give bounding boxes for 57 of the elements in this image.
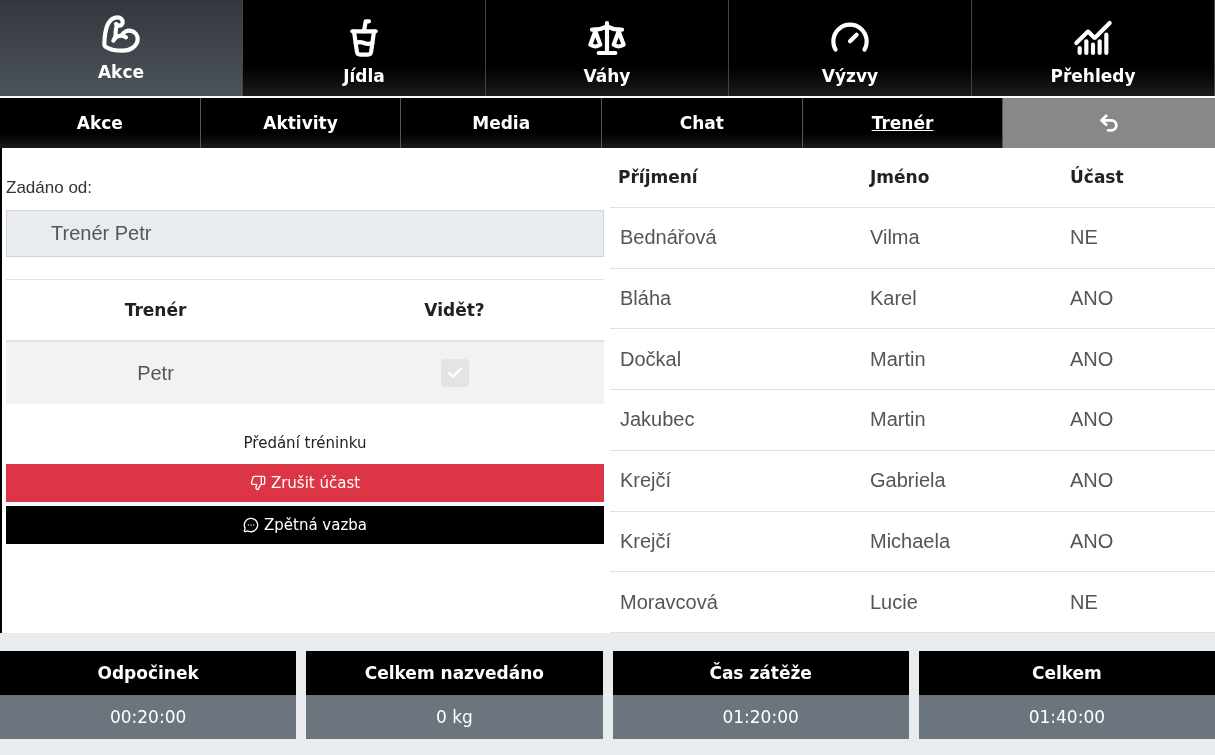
biceps-icon xyxy=(101,14,141,54)
table-cell-text: Vilma xyxy=(869,226,921,250)
table-cell-text: Bláha xyxy=(619,286,673,310)
stat-value: 01:40:00 xyxy=(918,695,1215,739)
stat-title: Odpočinek xyxy=(0,651,297,695)
table-cell-text: ANO xyxy=(1069,347,1115,371)
column-header: Jméno xyxy=(868,167,931,188)
table-cell-text: Karel xyxy=(869,286,918,310)
table-cell-text: Jakubec xyxy=(619,408,696,432)
cancel-button[interactable]: Zrušit účast xyxy=(6,464,604,502)
chart-icon xyxy=(1073,18,1113,58)
stat-value: 01:20:00 xyxy=(612,695,909,739)
back-button[interactable] xyxy=(1003,98,1215,148)
sub-tab[interactable]: Akce xyxy=(0,98,201,148)
sub-tab[interactable]: Chat xyxy=(602,98,803,148)
column-header: Účast xyxy=(1069,167,1125,188)
stat-title: Celkem nazvedáno xyxy=(306,651,603,695)
column-header: Vidět? xyxy=(423,300,486,320)
sub-tab[interactable]: Media xyxy=(401,98,602,148)
table-cell: Petr xyxy=(137,361,174,385)
table-cell-text: Dočkal xyxy=(619,347,683,371)
table-cell-text: NE xyxy=(1069,590,1099,614)
nav-tab[interactable]: Přehledy xyxy=(972,0,1215,96)
sub-tab[interactable]: Aktivity xyxy=(200,98,402,148)
feedback-button[interactable]: Zpětná vazba xyxy=(6,506,604,544)
stat-title: Celkem xyxy=(918,651,1215,695)
table-cell-text: Krejčí xyxy=(619,469,673,493)
nav-tab[interactable]: Akce xyxy=(0,0,243,96)
table-cell-text: Martin xyxy=(869,347,927,371)
nav-tab[interactable]: Výzvy xyxy=(729,0,972,96)
table-cell-text: NE xyxy=(1069,226,1099,250)
table-cell-text: Martin xyxy=(869,408,927,432)
table-cell-text: ANO xyxy=(1069,286,1115,310)
table-cell-text: Michaela xyxy=(869,529,952,553)
thumbs-down-icon xyxy=(249,475,266,491)
stat-value: 00:20:00 xyxy=(0,695,297,739)
column-header: Příjmení xyxy=(617,167,699,188)
nav-tab[interactable]: Jídla xyxy=(243,0,486,96)
scale-icon xyxy=(587,18,627,58)
column-header: Trenér xyxy=(123,300,188,320)
chat-icon xyxy=(243,517,259,533)
section-label: Předání tréninku xyxy=(242,434,368,452)
table-cell-text: Moravcová xyxy=(619,590,719,614)
table-cell-text: ANO xyxy=(1069,408,1115,432)
stat-value: 0 kg xyxy=(306,695,603,739)
table-cell-text: Krejčí xyxy=(619,529,673,553)
table-cell-text: ANO xyxy=(1069,529,1115,553)
undo-icon xyxy=(1098,112,1121,134)
sub-tab[interactable]: Trenér xyxy=(802,98,1004,148)
table-cell-text: Gabriela xyxy=(869,469,947,493)
nav-tab[interactable]: Váhy xyxy=(486,0,729,96)
table-cell-text: Lucie xyxy=(869,590,919,614)
stat-title: Čas zátěže xyxy=(612,651,909,695)
assigned-field[interactable]: Trenér Petr xyxy=(6,210,604,257)
table-cell-text: ANO xyxy=(1069,469,1115,493)
table-cell-text: Bednářová xyxy=(619,226,718,250)
field-label: Zadáno od: xyxy=(6,178,93,198)
